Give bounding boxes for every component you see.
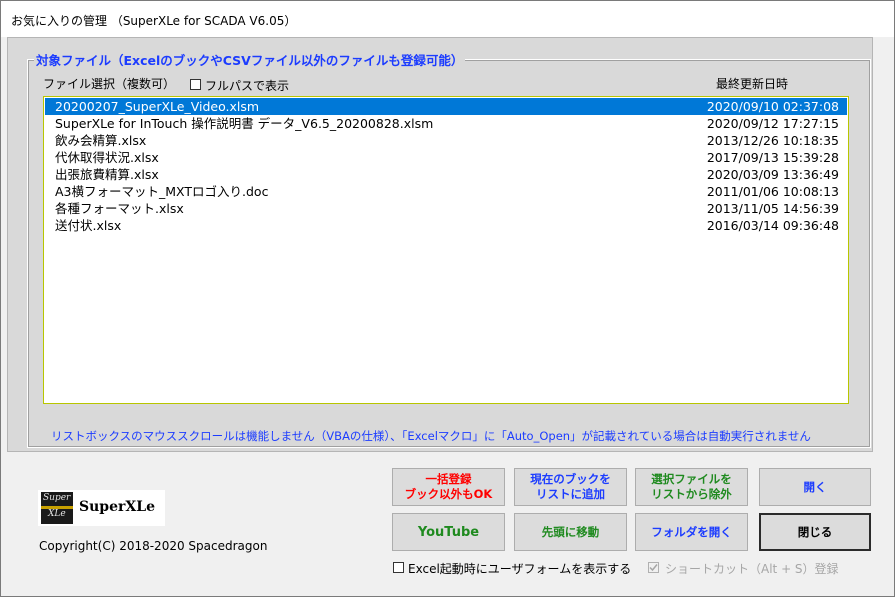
remove-selected-button[interactable]: 選択ファイルを リストから除外 (635, 468, 748, 506)
list-item[interactable]: 各種フォーマット.xlsx 2013/11/05 14:56:39 (45, 200, 847, 217)
list-item[interactable]: 送付状.xlsx 2016/03/14 09:36:48 (45, 217, 847, 234)
window-title: お気に入りの管理 （SuperXLe for SCADA V6.05） (11, 14, 297, 28)
open-button[interactable]: 開く (759, 468, 871, 506)
list-item[interactable]: SuperXLe for InTouch 操作説明書 データ_V6.5_2020… (45, 115, 847, 132)
copyright-text: Copyright(C) 2018-2020 Spacedragon (39, 539, 268, 553)
bulk-register-button[interactable]: 一括登録 ブック以外もOK (392, 468, 505, 506)
fullpath-checkbox[interactable] (190, 79, 201, 90)
youtube-button[interactable]: YouTube (392, 513, 505, 551)
shortcut-label: ショートカット（Alt + S）登録 (665, 562, 839, 576)
list-item[interactable]: 飲み会精算.xlsx 2013/12/26 10:18:35 (45, 132, 847, 149)
show-form-on-start-checkbox[interactable] (393, 562, 404, 573)
file-listbox[interactable]: 20200207_SuperXLe_Video.xlsm 2020/09/10 … (43, 96, 849, 404)
last-modified-header: 最終更新日時 (716, 77, 789, 91)
open-folder-button[interactable]: フォルダを開く (635, 513, 748, 551)
move-to-top-button[interactable]: 先頭に移動 (514, 513, 627, 551)
show-form-on-start-label[interactable]: Excel起動時にユーザフォームを表示する (408, 560, 631, 577)
check-icon (649, 564, 658, 572)
add-current-book-button[interactable]: 現在のブックを リストに追加 (514, 468, 627, 506)
superxle-logo: Super XLe SuperXLe (38, 490, 165, 526)
list-item[interactable]: A3横フォーマット_MXTロゴ入り.doc 2011/01/06 10:08:1… (45, 183, 847, 200)
favorites-dialog: お気に入りの管理 （SuperXLe for SCADA V6.05） 対象ファ… (0, 0, 895, 597)
shortcut-checkbox[interactable] (648, 562, 659, 573)
notice-text: リストボックスのマウススクロールは機能しません（VBAの仕様）、「Excelマク… (51, 429, 811, 443)
logo-text: SuperXLe (79, 499, 155, 515)
list-item[interactable]: 代休取得状況.xlsx 2017/09/13 15:39:28 (45, 149, 847, 166)
list-item[interactable]: 20200207_SuperXLe_Video.xlsm 2020/09/10 … (45, 98, 847, 115)
list-item[interactable]: 出張旅費精算.xlsx 2020/03/09 13:36:49 (45, 166, 847, 183)
logo-mark-icon: Super XLe (41, 492, 73, 524)
title-bar: お気に入りの管理 （SuperXLe for SCADA V6.05） (1, 1, 894, 37)
fullpath-label[interactable]: フルパスで表示 (205, 77, 289, 94)
file-select-label: ファイル選択（複数可） (43, 77, 176, 91)
frame-title: 対象ファイル（ExcelのブックやCSVファイル以外のファイルも登録可能） (34, 50, 466, 69)
close-button[interactable]: 閉じる (759, 513, 871, 551)
